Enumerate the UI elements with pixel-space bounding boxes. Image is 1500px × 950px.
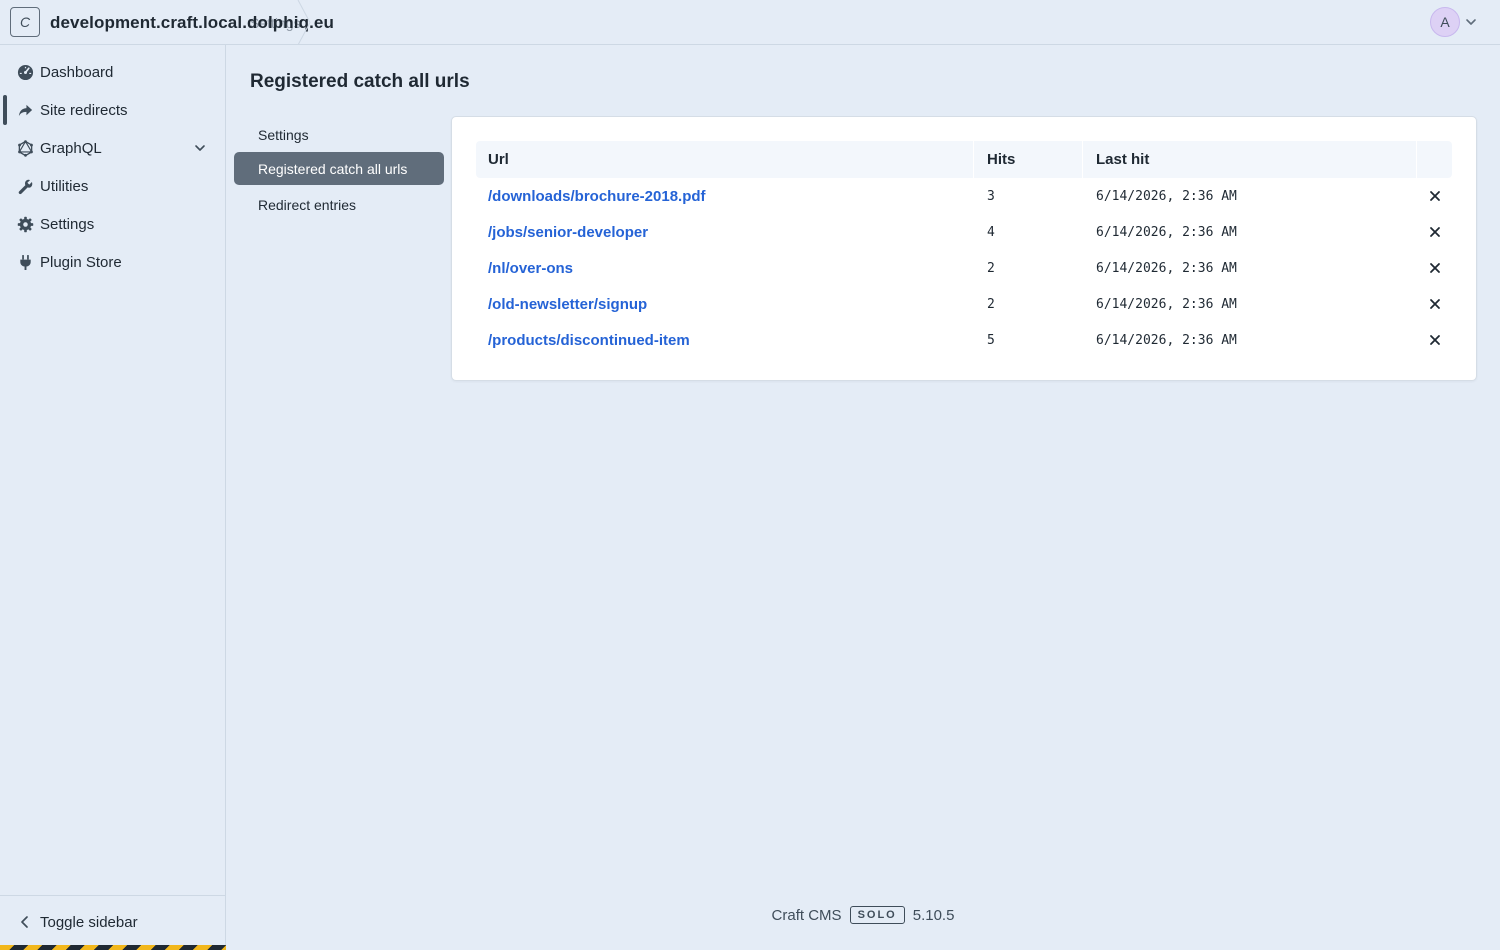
gauge-icon — [16, 63, 34, 81]
top-bar: C Settings development.craft.local.dolph… — [0, 0, 1500, 45]
edition-badge: SOLO — [849, 906, 905, 924]
sidebar-item-graphql[interactable]: GraphQL — [0, 129, 225, 167]
column-divider — [973, 141, 974, 178]
last-hit-date: 6/14/2026, 2:36 AM — [1096, 188, 1237, 204]
site-icon[interactable]: C — [10, 7, 40, 37]
last-hit-date: 6/14/2026, 2:36 AM — [1096, 296, 1237, 312]
catch-all-url-link[interactable]: /jobs/senior-developer — [488, 214, 648, 250]
column-divider — [1416, 141, 1417, 178]
hits-count: 4 — [987, 224, 995, 240]
sidebar-item-label: GraphQL — [40, 139, 102, 157]
page-title: Registered catch all urls — [250, 71, 470, 92]
column-header-url[interactable]: Url — [488, 141, 509, 178]
catch-all-urls-card: Url Hits Last hit /downloads/brochure-20… — [451, 116, 1477, 381]
gear-icon — [16, 215, 34, 233]
product-name: Craft CMS — [771, 906, 842, 924]
delete-icon[interactable] — [1426, 250, 1444, 286]
last-hit-date: 6/14/2026, 2:36 AM — [1096, 332, 1237, 348]
version-number: 5.10.5 — [912, 906, 955, 924]
last-hit-date: 6/14/2026, 2:36 AM — [1096, 224, 1237, 240]
table-header: Url Hits Last hit — [476, 141, 1452, 178]
delete-icon[interactable] — [1426, 322, 1444, 358]
hits-count: 2 — [987, 260, 995, 276]
sidebar-item-settings[interactable]: Settings — [0, 205, 225, 243]
breadcrumb-separator — [297, 0, 311, 45]
toggle-sidebar-label: Toggle sidebar — [40, 913, 138, 931]
catch-all-url-link[interactable]: /nl/over-ons — [488, 250, 573, 286]
column-divider — [1082, 141, 1083, 178]
chevron-down-icon[interactable] — [193, 141, 207, 155]
catch-all-url-link[interactable]: /old-newsletter/signup — [488, 286, 647, 322]
graphql-icon — [16, 139, 34, 157]
sidebar: Dashboard Site redirects GraphQL Utiliti… — [0, 45, 226, 950]
avatar[interactable]: A — [1430, 7, 1460, 37]
sidebar-footer: Toggle sidebar — [0, 895, 226, 950]
delete-icon[interactable] — [1426, 178, 1444, 214]
table-row: /jobs/senior-developer 4 6/14/2026, 2:36… — [476, 214, 1452, 250]
hits-count: 5 — [987, 332, 995, 348]
dev-mode-stripe — [0, 945, 226, 950]
plug-icon — [16, 253, 34, 271]
subnav-item-registered-catch-all-urls[interactable]: Registered catch all urls — [234, 152, 444, 185]
delete-icon[interactable] — [1426, 286, 1444, 322]
table-row: /old-newsletter/signup 2 6/14/2026, 2:36… — [476, 286, 1452, 322]
chevron-left-icon — [16, 913, 34, 931]
column-header-hits[interactable]: Hits — [987, 141, 1015, 178]
catch-all-url-link[interactable]: /products/discontinued-item — [488, 322, 690, 358]
delete-icon[interactable] — [1426, 214, 1444, 250]
sidebar-item-label: Plugin Store — [40, 253, 122, 271]
hits-count: 2 — [987, 296, 995, 312]
site-name[interactable]: development.craft.local.dolphiq.eu — [50, 13, 334, 33]
account-menu[interactable]: A — [1430, 7, 1478, 37]
table-row: /products/discontinued-item 5 6/14/2026,… — [476, 322, 1452, 358]
table-row: /downloads/brochure-2018.pdf 3 6/14/2026… — [476, 178, 1452, 214]
toggle-sidebar-button[interactable]: Toggle sidebar — [16, 913, 138, 931]
wrench-icon — [16, 177, 34, 195]
sidebar-item-site-redirects[interactable]: Site redirects — [0, 91, 225, 129]
table-row: /nl/over-ons 2 6/14/2026, 2:36 AM — [476, 250, 1452, 286]
sidebar-item-label: Site redirects — [40, 101, 128, 119]
sidebar-item-utilities[interactable]: Utilities — [0, 167, 225, 205]
hits-count: 3 — [987, 188, 995, 204]
subnav-item-settings[interactable]: Settings — [234, 118, 444, 151]
share-arrow-icon — [16, 101, 34, 119]
app-footer: Craft CMS SOLO 5.10.5 — [226, 903, 1500, 927]
catch-all-url-link[interactable]: /downloads/brochure-2018.pdf — [488, 178, 706, 214]
sidebar-item-label: Dashboard — [40, 63, 114, 81]
chevron-down-icon[interactable] — [1464, 15, 1478, 29]
sidebar-item-plugin-store[interactable]: Plugin Store — [0, 243, 225, 281]
last-hit-date: 6/14/2026, 2:36 AM — [1096, 260, 1237, 276]
sidebar-item-label: Utilities — [40, 177, 89, 195]
sidebar-item-label: Settings — [40, 215, 95, 233]
column-header-last-hit[interactable]: Last hit — [1096, 141, 1149, 178]
sidebar-item-dashboard[interactable]: Dashboard — [0, 53, 225, 91]
subnav-item-redirect-entries[interactable]: Redirect entries — [234, 188, 444, 221]
